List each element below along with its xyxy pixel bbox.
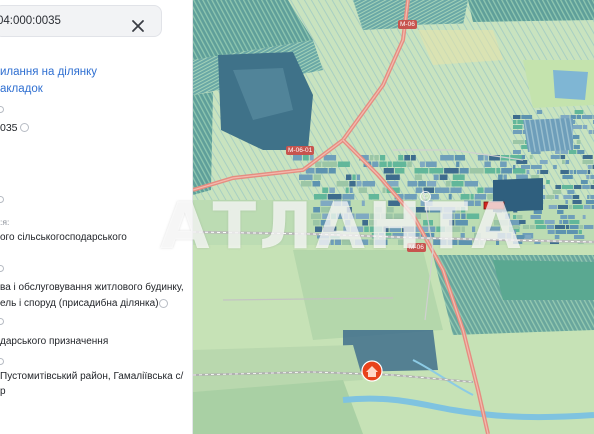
purpose-value-line-1: ва і обслуговування житлового будинку,	[0, 282, 184, 293]
road-label: М-06	[407, 243, 426, 252]
field-marker-icon	[0, 106, 4, 113]
cadastral-map[interactable]: М-06 М-06-01 М-06	[193, 0, 594, 434]
selected-parcel	[483, 201, 505, 210]
parcel-info-panel: 04:000:0035 илання на ділянку акладок 03…	[0, 0, 193, 434]
cadastral-search-value[interactable]: 04:000:0035	[0, 15, 61, 27]
field-marker-icon	[0, 318, 4, 325]
field-marker-icon	[0, 358, 4, 365]
map-canvas[interactable]	[193, 0, 594, 434]
road-label: М-06-01	[286, 146, 315, 155]
info-icon[interactable]	[20, 123, 29, 132]
cadastral-number-value: 035	[0, 122, 18, 134]
info-icon[interactable]	[159, 299, 168, 308]
purpose-value-line-2: ель і споруд (присадибна ділянка)	[0, 298, 159, 309]
location-value-line-2: р	[0, 386, 6, 397]
road-label: М-06	[398, 20, 417, 29]
cadastral-search-box[interactable]: 04:000:0035	[0, 5, 162, 37]
category-value: ого сільськогосподарського	[0, 232, 127, 243]
share-link[interactable]: илання на ділянку	[0, 66, 97, 78]
field-marker-icon	[0, 265, 4, 272]
land-use-value: дарського призначення	[0, 336, 109, 347]
copyright-icon: ©	[420, 191, 431, 202]
close-icon[interactable]	[129, 17, 147, 35]
location-value-line-1: Пустомитівський район, Гамаліївська с/	[0, 371, 184, 382]
field-marker-icon	[0, 196, 4, 203]
category-label: :я:	[0, 217, 10, 227]
bookmarks-link[interactable]: акладок	[0, 83, 43, 95]
